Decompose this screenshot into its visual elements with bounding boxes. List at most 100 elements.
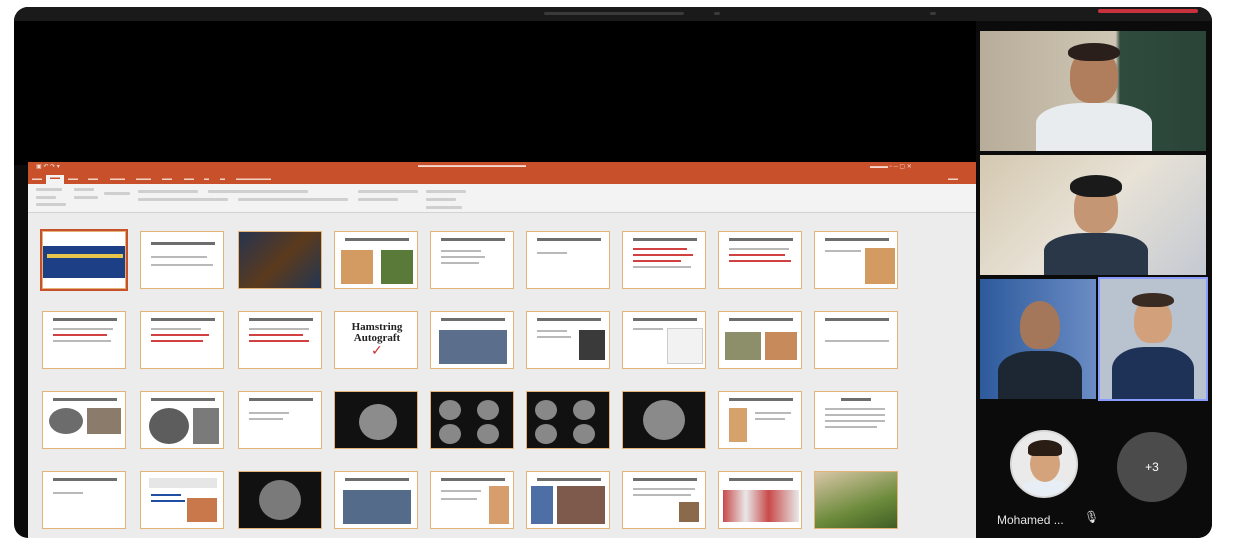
slide-thumbnail[interactable] — [42, 391, 126, 449]
cut-button[interactable] — [36, 196, 56, 199]
font-family-box[interactable] — [138, 190, 198, 193]
select-button[interactable] — [426, 206, 462, 209]
slide-thumbnail[interactable] — [238, 231, 322, 289]
more-participants-button[interactable]: +3 — [1117, 432, 1187, 502]
tab-slide-show[interactable]: ▬▬ — [162, 176, 172, 182]
slide-text-line — [151, 328, 201, 330]
slide-text-line — [755, 418, 785, 420]
slide-thumbnail[interactable] — [238, 311, 322, 369]
slide-thumbnail[interactable] — [40, 229, 128, 291]
slide-thumbnail[interactable] — [42, 471, 126, 529]
slide-image — [667, 328, 703, 364]
slide-text-line — [441, 262, 479, 264]
copy-button[interactable] — [36, 203, 66, 206]
slide-thumbnail[interactable] — [430, 391, 514, 449]
tab-animations[interactable]: ▬▬▬ — [136, 176, 151, 182]
meeting-window: ▣ ↶ ↷ ▾ ▬▬▬▬▬▬▬▬▬▬▬▬▬▬▬▬▬▬ ▬▬▬ ▫ ─ ▢ ✕ ▬… — [14, 7, 1212, 538]
slide-text-line — [633, 254, 693, 256]
slide-thumbnail[interactable] — [526, 471, 610, 529]
arrange-button[interactable] — [358, 198, 398, 201]
participant-shirt — [998, 351, 1082, 399]
powerpoint-title-bar: ▣ ↶ ↷ ▾ ▬▬▬▬▬▬▬▬▬▬▬▬▬▬▬▬▬▬ ▬▬▬ ▫ ─ ▢ ✕ — [28, 162, 976, 174]
slide-thumbnail[interactable] — [814, 471, 898, 529]
tab-file[interactable]: ▬▬ — [32, 176, 42, 182]
slide-thumbnail[interactable] — [334, 391, 418, 449]
slide-thumbnail[interactable] — [334, 471, 418, 529]
slide-thumbnail[interactable] — [140, 471, 224, 529]
slide-text-line — [633, 494, 691, 496]
slide-thumbnail[interactable] — [334, 231, 418, 289]
slide-image — [381, 250, 413, 284]
slide-image — [149, 478, 217, 488]
slide-image — [579, 330, 605, 360]
tab-review[interactable]: ▬▬ — [184, 176, 194, 182]
slide-thumbnail[interactable] — [430, 231, 514, 289]
slide-thumbnail[interactable] — [622, 391, 706, 449]
tab-home[interactable]: ▬▬ — [46, 175, 64, 184]
replace-button[interactable] — [426, 198, 456, 201]
slide-thumbnail[interactable] — [622, 231, 706, 289]
tab-transitions[interactable]: ▬▬▬ — [110, 176, 125, 182]
slide-thumbnail[interactable] — [140, 391, 224, 449]
tab-view[interactable]: ▬ — [204, 176, 209, 182]
slide-thumbnail[interactable] — [140, 311, 224, 369]
slide-thumbnail[interactable] — [814, 391, 898, 449]
slide-thumbnail[interactable] — [718, 471, 802, 529]
slide-thumbnail[interactable] — [430, 311, 514, 369]
layout-button[interactable] — [74, 196, 98, 199]
slide-thumbnail[interactable] — [238, 471, 322, 529]
slide-text-line — [441, 498, 477, 500]
tell-me-search[interactable]: ▬▬▬▬▬▬▬ — [236, 176, 271, 182]
tab-help[interactable]: ▬ — [220, 176, 225, 182]
slide-thumbnail[interactable] — [238, 391, 322, 449]
participant-avatar[interactable] — [1010, 430, 1078, 498]
slide-image — [679, 502, 699, 522]
slide-thumbnail[interactable] — [814, 231, 898, 289]
video-tile-active-speaker[interactable] — [1098, 277, 1208, 401]
video-tile-presenter[interactable] — [980, 31, 1206, 151]
slide-image — [259, 480, 301, 520]
slide-thumbnail[interactable] — [526, 311, 610, 369]
slide-text-line — [825, 408, 885, 410]
find-button[interactable] — [426, 190, 466, 193]
slide-image — [341, 250, 373, 284]
slide-thumbnail[interactable] — [526, 231, 610, 289]
slide-title-line — [345, 238, 409, 241]
slide-image — [193, 408, 219, 444]
paste-button[interactable] — [36, 188, 62, 191]
slide-text-line — [151, 500, 185, 502]
video-tile-participant[interactable] — [980, 279, 1096, 399]
window-controls[interactable]: ▬▬▬ ▫ ─ ▢ ✕ — [870, 163, 912, 170]
slide-text-line — [755, 412, 791, 414]
slide-image — [343, 490, 411, 524]
slide-image — [765, 332, 797, 360]
font-format-row[interactable] — [138, 198, 228, 201]
slide-thumbnail[interactable] — [430, 471, 514, 529]
shapes-gallery[interactable] — [358, 190, 418, 193]
reset-button[interactable] — [104, 192, 130, 195]
slide-thumbnail[interactable] — [718, 391, 802, 449]
slide-thumbnail[interactable]: Hamstring Autograft ✓ — [334, 311, 418, 369]
slide-thumbnail[interactable] — [622, 471, 706, 529]
slide-thumbnail[interactable] — [718, 311, 802, 369]
slide-title-line — [249, 398, 313, 401]
slide-text-line — [729, 260, 791, 262]
share-button[interactable]: ▬▬ — [948, 176, 958, 182]
new-slide-button[interactable] — [74, 188, 94, 191]
slide-image — [477, 424, 499, 444]
slide-thumbnail[interactable] — [526, 391, 610, 449]
slide-sorter-view: Hamstring Autograft ✓ — [28, 213, 976, 538]
paragraph-row[interactable] — [208, 190, 308, 193]
slide-thumbnail[interactable] — [42, 311, 126, 369]
slide-thumbnail[interactable] — [622, 311, 706, 369]
alignment-row[interactable] — [238, 198, 348, 201]
slide-image — [489, 486, 509, 524]
slide-thumbnail[interactable] — [814, 311, 898, 369]
slide-thumbnail[interactable] — [718, 231, 802, 289]
slide-text-line — [825, 250, 861, 252]
slide-thumbnail[interactable] — [140, 231, 224, 289]
tab-insert[interactable]: ▬▬ — [68, 176, 78, 182]
avatar-shirt — [1020, 480, 1070, 496]
video-tile-participant[interactable] — [980, 155, 1206, 275]
tab-design[interactable]: ▬▬ — [88, 176, 98, 182]
